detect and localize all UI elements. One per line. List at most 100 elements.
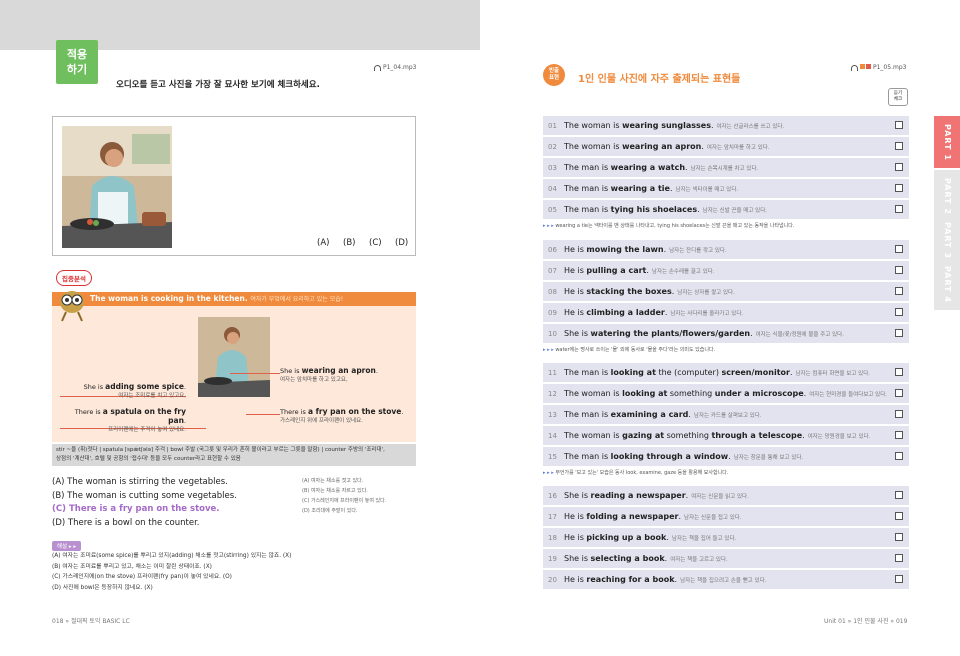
row-number: 08 [548, 288, 557, 296]
row-number: 02 [548, 143, 557, 151]
section-badge: 적용 하기 [56, 40, 98, 84]
expression-row: 11 The man is looking at the (computer) s… [543, 363, 909, 382]
listen-checkbox[interactable] [895, 491, 903, 499]
row-translation: 남자는 사다리를 올라가고 있다. [670, 311, 744, 317]
row-number: 17 [548, 513, 557, 521]
choice-b[interactable]: (B) The woman is cutting some vegetables… [52, 491, 237, 501]
tab-part-1[interactable]: PART 1 [934, 116, 960, 168]
listen-checkbox[interactable] [895, 533, 903, 541]
row-translation: 남자는 책을 집으려고 손을 뻗고 있다. [680, 578, 767, 584]
choice-a[interactable]: (A) The woman is stirring the vegetables… [52, 477, 228, 487]
row-number: 18 [548, 534, 557, 542]
headphone-icon [374, 64, 381, 71]
group-note: ▸ ▸ ▸ water에는 명사로 쓰이는 '물' 외에 동사로 '물을 주다'… [543, 347, 716, 353]
explanation: (A) 여자는 조미료(some spice)를 뿌리고 있지(adding) … [52, 553, 292, 591]
vocab-box: stir ~을 (휘)젓다 | spatula [spǽtʃələ] 주걱 | … [52, 444, 416, 466]
tab-part-4[interactable]: PART 4 [934, 258, 960, 310]
expression-row: 06 He is mowing the lawn. 남자는 잔디를 깎고 있다. [543, 240, 909, 259]
row-number: 20 [548, 576, 557, 584]
listen-checkbox[interactable] [895, 245, 903, 253]
row-number: 07 [548, 267, 557, 275]
expression-row: 09 He is climbing a ladder. 남자는 사다리를 올라가고 … [543, 303, 909, 322]
row-number: 19 [548, 555, 557, 563]
choice-c[interactable]: (C) There is a fry pan on the stove. [52, 504, 220, 514]
row-translation: 남자는 신문을 접고 있다. [684, 515, 742, 521]
row-number: 13 [548, 411, 557, 419]
option-b[interactable]: (B) [343, 238, 355, 248]
listen-checkbox[interactable] [895, 554, 903, 562]
audio-label[interactable]: P1_04.mp3 [374, 64, 416, 71]
expression-row: 08 He is stacking the boxes. 남자는 상자를 쌓고 있다… [543, 282, 909, 301]
row-translation: 여자는 책을 고르고 있다. [670, 557, 728, 563]
row-number: 12 [548, 390, 557, 398]
expression-row: 03 The man is wearing a watch. 남자는 손목시계를 차… [543, 158, 909, 177]
row-number: 03 [548, 164, 557, 172]
row-translation: 여자는 망원경을 보고 있다. [807, 434, 871, 440]
frequent-pill: 빈출 표현 [543, 64, 565, 86]
annotation-spatula: There is a spatula on the fry pan. 프라이팬에는… [74, 407, 186, 433]
row-number: 01 [548, 122, 557, 130]
listen-checkbox[interactable] [895, 389, 903, 397]
listen-checkbox[interactable] [895, 266, 903, 274]
choice-d[interactable]: (D) There is a bowl on the counter. [52, 518, 200, 528]
question-box: (A) (B) (C) (D) [52, 116, 416, 256]
listen-checkbox[interactable] [895, 308, 903, 316]
expression-row: 13 The man is examining a card. 남자는 카드를 살펴… [543, 405, 909, 424]
listen-checkbox[interactable] [895, 512, 903, 520]
listen-checkbox[interactable] [895, 142, 903, 150]
row-translation: 남자는 손목시계를 차고 있다. [690, 166, 759, 172]
listen-checkbox[interactable] [895, 575, 903, 583]
expression-row: 07 He is pulling a cart. 남자는 손수레를 끌고 있다. [543, 261, 909, 280]
focus-header: The woman is cooking in the kitchen. 여자가… [52, 292, 416, 306]
listen-checkbox[interactable] [895, 452, 903, 460]
row-number: 06 [548, 246, 557, 254]
expression-row: 02 The woman is wearing an apron. 여자는 앞치마를… [543, 137, 909, 156]
expression-row: 14 The woman is gazing at something throu… [543, 426, 909, 445]
row-translation: 남자는 상자를 쌓고 있다. [677, 290, 735, 296]
row-translation: 여자는 선글라스를 쓰고 있다. [716, 124, 785, 130]
group-note: ▸ ▸ ▸ wearing a tie는 넥타이를 맨 상태를 나타내고, ty… [543, 223, 795, 229]
mascot-icon [60, 291, 84, 322]
option-a[interactable]: (A) [317, 238, 329, 248]
annotation-frypan: There is a fry pan on the stove. 가스레인지 위에… [280, 407, 404, 424]
listen-checkbox[interactable] [895, 287, 903, 295]
row-translation: 여자는 식물/꽃/정원에 물을 주고 있다. [755, 332, 844, 338]
listen-checkbox[interactable] [895, 121, 903, 129]
pointer-line [230, 373, 280, 374]
row-number: 14 [548, 432, 557, 440]
row-translation: 남자는 신발 끈을 매고 있다. [702, 208, 768, 214]
listen-checkbox[interactable] [895, 205, 903, 213]
expression-row: 10 She is watering the plants/flowers/gar… [543, 324, 909, 343]
listen-checkbox[interactable] [895, 410, 903, 418]
expression-row: 04 The man is wearing a tie. 남자는 넥타이를 매고 있… [543, 179, 909, 198]
row-translation: 여자는 앞치마를 하고 있다. [706, 145, 770, 151]
audio-label-right[interactable]: P1_05.mp3 [851, 64, 906, 71]
expression-row: 16 She is reading a newspaper. 여자는 신문을 읽고 … [543, 486, 909, 505]
headphone-icon [851, 64, 858, 71]
listen-checkbox[interactable] [895, 431, 903, 439]
pointer-line [246, 414, 280, 415]
expression-row: 18 He is picking up a book. 남자는 책을 집어 들고 있… [543, 528, 909, 547]
footer-right: Unit 01 » 1인 인물 사진 » 019 [824, 618, 908, 625]
expression-row: 01 The woman is wearing sunglasses. 여자는 선글… [543, 116, 909, 135]
expression-row: 15 The man is looking through a window. 남자… [543, 447, 909, 466]
right-title: 1인 인물 사진에 자주 출제되는 표현들 [578, 74, 741, 85]
listen-checkbox[interactable] [895, 368, 903, 376]
row-translation: 남자는 잔디를 깎고 있다. [669, 248, 727, 254]
row-translation: 남자는 넥타이를 매고 있다. [675, 187, 739, 193]
group-note: ▸ ▸ ▸ 무언가를 '보고 있는' 모습은 동사 look, examine,… [543, 470, 729, 476]
annotation-apron: She is wearing an apron. 여자는 앞치마를 하고 있고요, [280, 366, 378, 383]
listen-checkbox[interactable] [895, 184, 903, 192]
row-number: 05 [548, 206, 557, 214]
focus-tag: 집중분석 [56, 270, 92, 286]
option-d[interactable]: (D) [395, 238, 408, 248]
listen-checkbox[interactable] [895, 163, 903, 171]
option-c[interactable]: (C) [369, 238, 382, 248]
cooking-photo [62, 126, 172, 248]
row-translation: 남자는 컴퓨터 화면을 보고 있다. [795, 371, 871, 377]
focus-photo [198, 317, 270, 397]
expression-row: 19 She is selecting a book. 여자는 책을 고르고 있다. [543, 549, 909, 568]
row-translation: 여자는 현미경을 들여다보고 있다. [809, 392, 888, 398]
listen-checkbox[interactable] [895, 329, 903, 337]
row-translation: 남자는 카드를 살펴보고 있다. [693, 413, 762, 419]
